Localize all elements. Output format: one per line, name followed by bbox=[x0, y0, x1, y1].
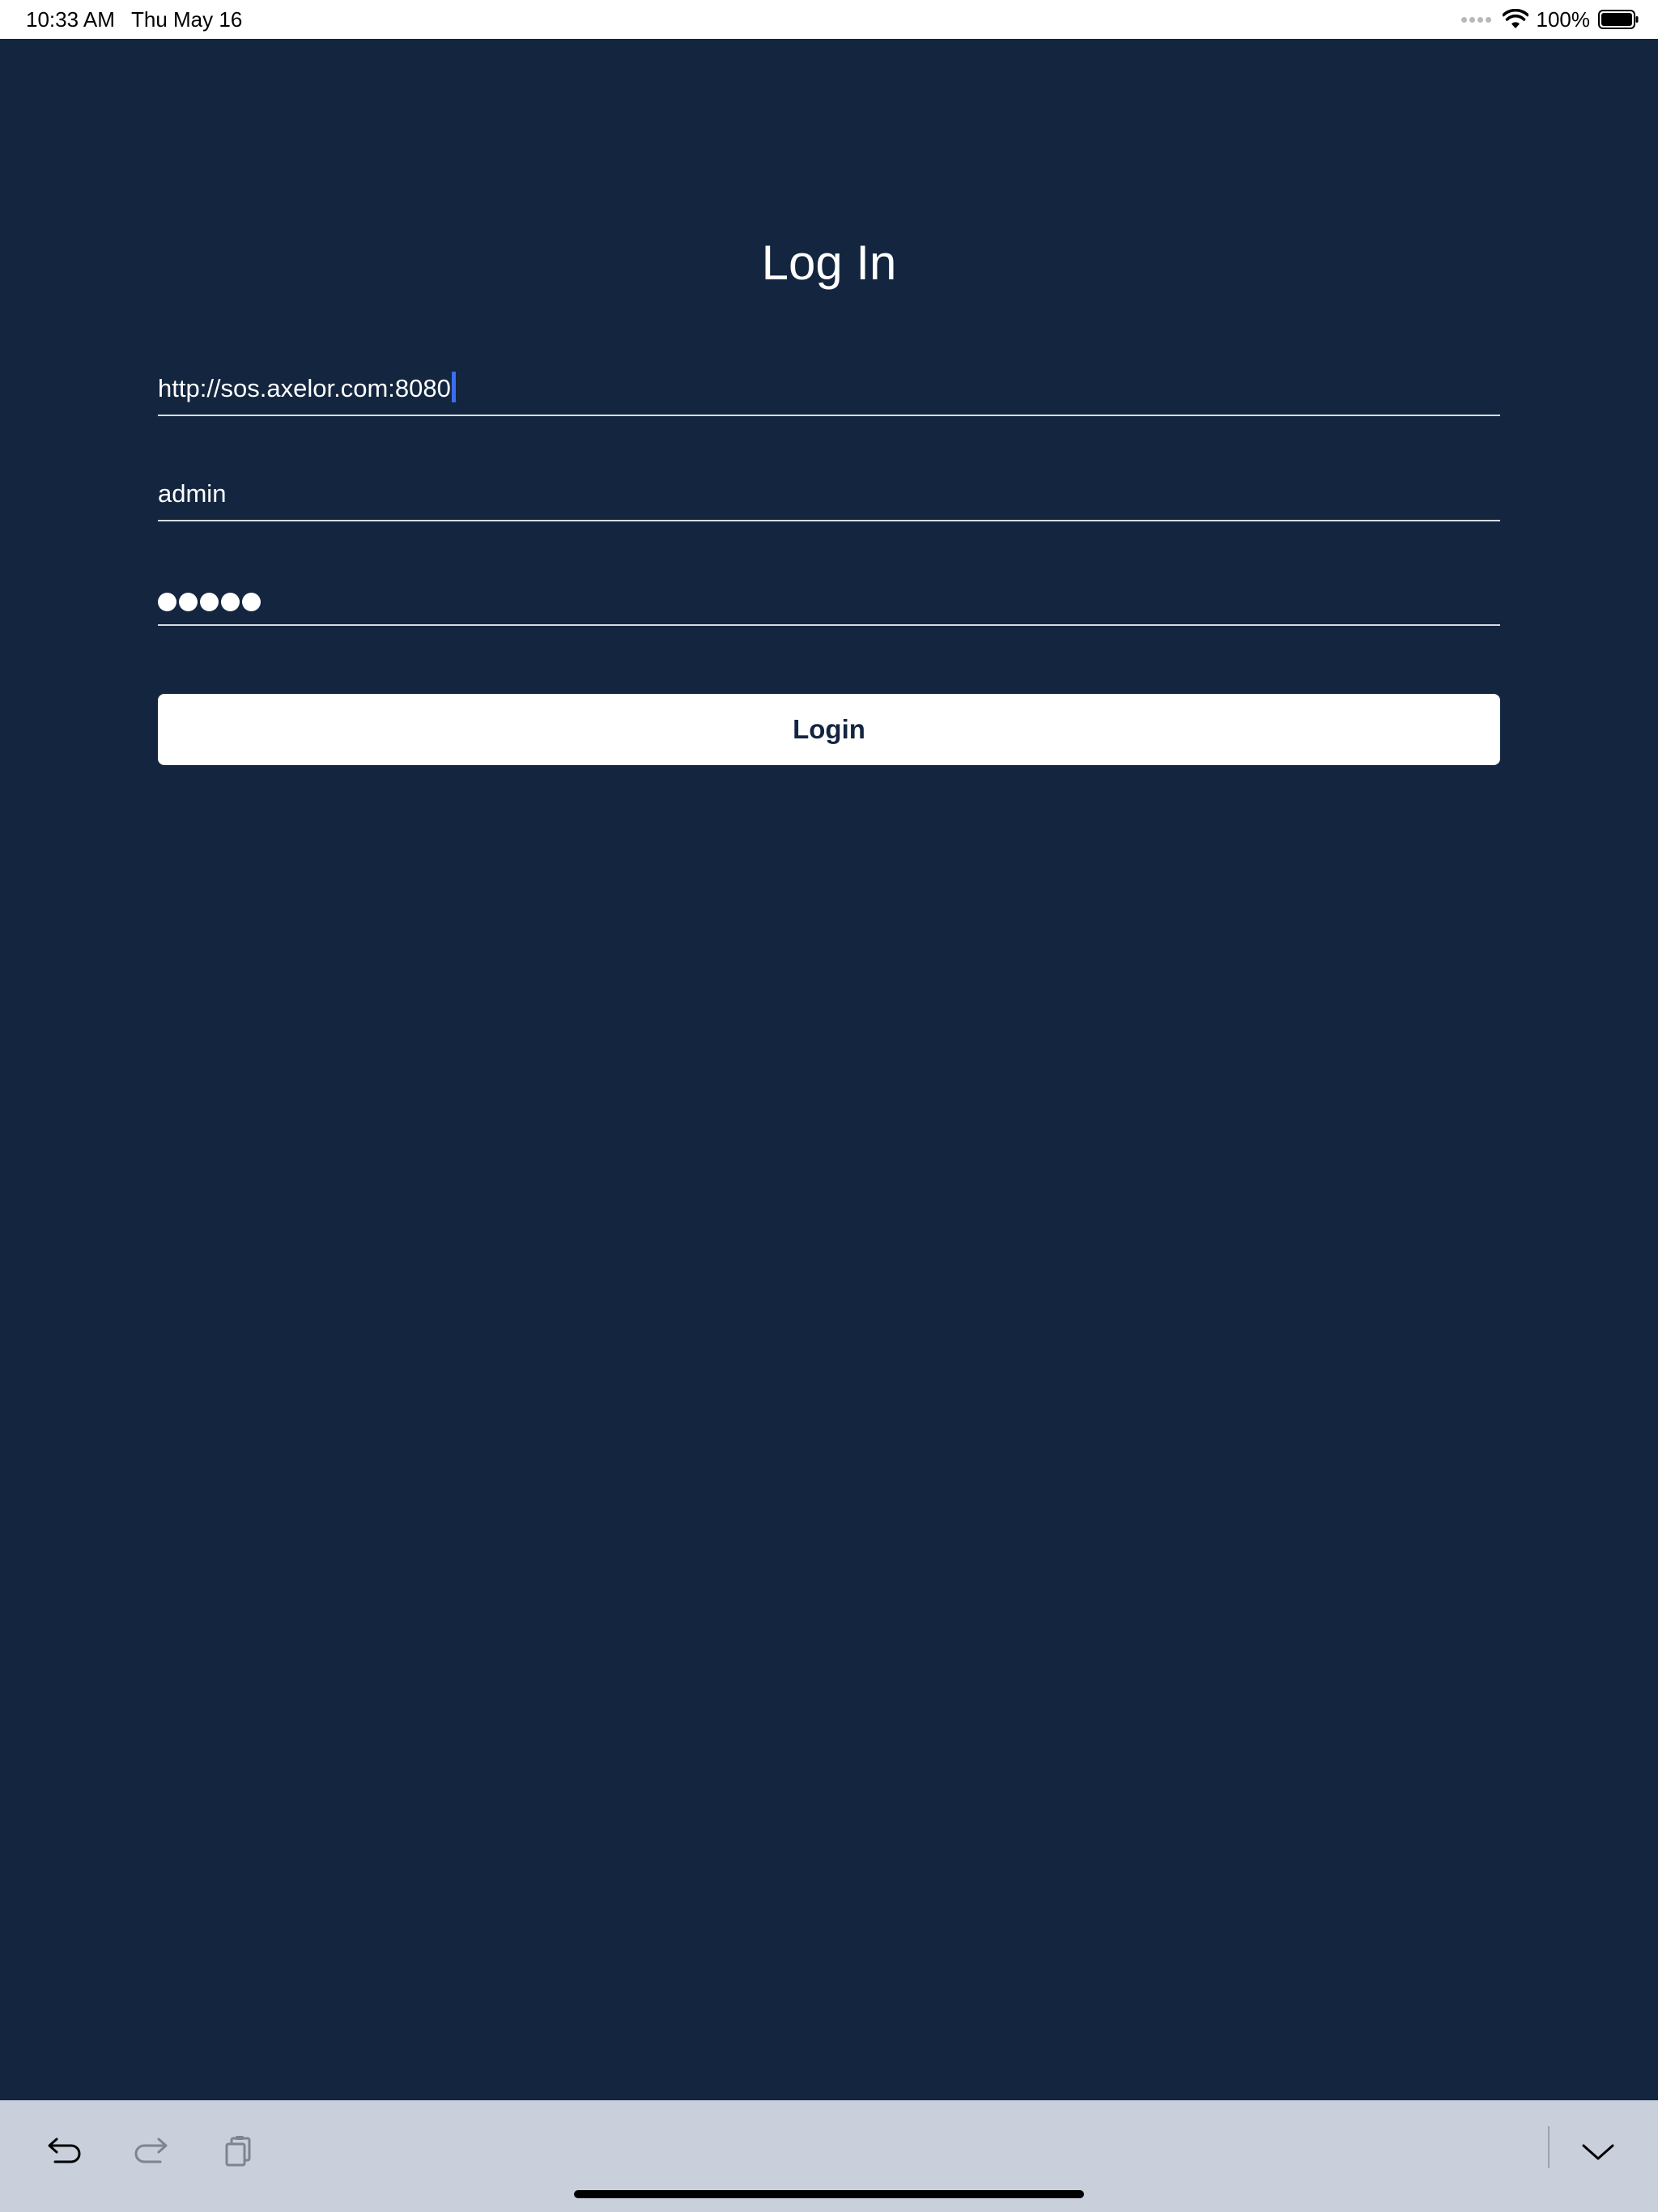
shortcut-divider bbox=[1548, 2126, 1550, 2168]
status-time: 10:33 AM bbox=[26, 7, 115, 32]
password-dot bbox=[242, 593, 261, 611]
page-title: Log In bbox=[761, 236, 897, 290]
username-input[interactable]: admin bbox=[158, 471, 1500, 521]
password-dot bbox=[179, 593, 198, 611]
undo-button[interactable] bbox=[40, 2128, 89, 2176]
cellular-dots-icon bbox=[1460, 16, 1491, 23]
status-indicators: 100% bbox=[1460, 6, 1639, 32]
paste-icon bbox=[225, 2136, 251, 2167]
battery-icon bbox=[1598, 10, 1639, 29]
password-dot bbox=[200, 593, 219, 611]
keyboard-shortcut-bar bbox=[0, 2100, 1658, 2212]
redo-icon bbox=[134, 2138, 168, 2163]
dismiss-keyboard-icon bbox=[1582, 2144, 1614, 2160]
password-mask bbox=[158, 593, 261, 611]
wifi-icon bbox=[1502, 9, 1528, 28]
login-button[interactable]: Login bbox=[158, 694, 1500, 765]
paste-button[interactable] bbox=[214, 2128, 262, 2176]
battery-percent: 100% bbox=[1536, 6, 1591, 32]
password-dot bbox=[158, 593, 176, 611]
server-url-value: http://sos.axelor.com:8080 bbox=[158, 374, 451, 402]
undo-icon bbox=[48, 2138, 81, 2163]
username-value: admin bbox=[158, 479, 227, 508]
server-url-input[interactable]: http://sos.axelor.com:8080 bbox=[158, 366, 1500, 416]
password-dot bbox=[221, 593, 240, 611]
status-date: Thu May 16 bbox=[131, 7, 243, 32]
status-bar: 10:33 AM Thu May 16 100% bbox=[0, 0, 1658, 39]
dismiss-keyboard-button[interactable] bbox=[1574, 2128, 1622, 2176]
password-input[interactable] bbox=[158, 576, 1500, 626]
home-indicator[interactable] bbox=[574, 2190, 1084, 2198]
redo-button[interactable] bbox=[126, 2128, 175, 2176]
text-caret bbox=[451, 372, 456, 402]
